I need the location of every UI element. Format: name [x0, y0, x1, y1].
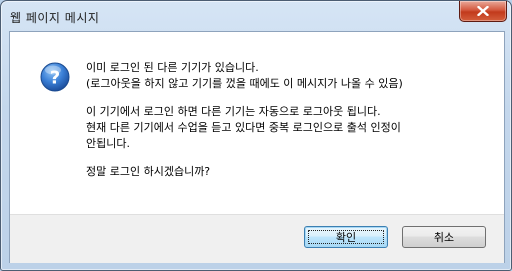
button-bar: 확인 취소: [10, 214, 504, 263]
dialog-body: ? 이미 로그인 된 다른 기기가 있습니다. (로그아웃을 하지 않고 기기를…: [9, 31, 505, 263]
message-line: 정말 로그인 하시겠습니까?: [86, 165, 211, 178]
cancel-button-label: 취소: [433, 231, 455, 244]
message-line: 이미 로그인 된 다른 기기가 있습니다.: [86, 61, 259, 74]
close-button[interactable]: [459, 1, 507, 22]
close-icon: [477, 6, 489, 16]
message-text: 이미 로그인 된 다른 기기가 있습니다. (로그아웃을 하지 않고 기기를 껐…: [86, 60, 496, 180]
dialog-window: 웹 페이지 메시지 ? 이미 로그인 된 다른 기기가 있습니다. (로그아웃을…: [0, 0, 512, 271]
dialog-title: 웹 페이지 메시지: [10, 11, 100, 25]
ok-button[interactable]: 확인: [304, 226, 388, 248]
message-area: ? 이미 로그인 된 다른 기기가 있습니다. (로그아웃을 하지 않고 기기를…: [10, 32, 504, 214]
cancel-button[interactable]: 취소: [402, 226, 486, 248]
question-icon: ?: [40, 62, 70, 92]
title-bar[interactable]: 웹 페이지 메시지: [1, 1, 511, 31]
svg-text:?: ?: [50, 68, 60, 89]
ok-button-label: 확인: [335, 231, 357, 244]
message-line: 이 기기에서 로그인 하면 다른 기기는 자동으로 로그아웃 됩니다.: [86, 105, 381, 118]
message-line: 안됩니다.: [86, 137, 130, 150]
message-line: 현재 다른 기기에서 수업을 듣고 있다면 중복 로그인으로 출석 인정이: [86, 121, 401, 134]
message-line: (로그아웃을 하지 않고 기기를 껐을 때에도 이 메시지가 나올 수 있음): [86, 77, 403, 90]
